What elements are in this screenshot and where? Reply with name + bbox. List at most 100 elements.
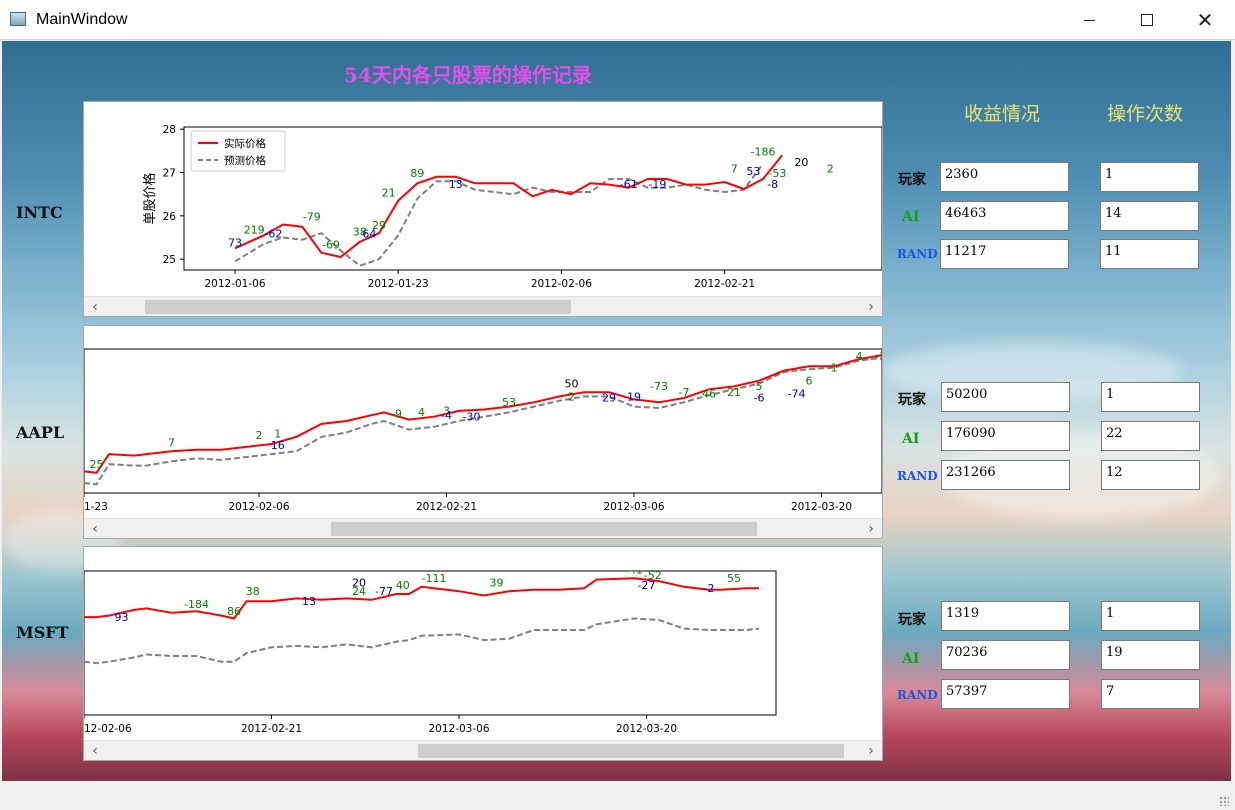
- trade-annotation-sell: 13: [449, 178, 463, 191]
- resize-grip-icon[interactable]: [1219, 796, 1229, 806]
- player-returns-field[interactable]: 50200: [941, 382, 1070, 412]
- ai-ops-field[interactable]: 19: [1101, 640, 1200, 670]
- chart-legend: 实际价格预测价格: [190, 130, 286, 172]
- rand-returns-field[interactable]: 11217: [940, 239, 1069, 269]
- trade-annotation-buy: 4: [418, 406, 425, 419]
- trade-annotation-buy: 6: [806, 374, 813, 387]
- trade-annotation-sell: -27: [638, 579, 656, 592]
- ai-returns-field[interactable]: 176090: [941, 421, 1070, 451]
- plot-area: [84, 570, 777, 716]
- trade-annotation-buy: -73: [650, 380, 668, 393]
- trade-annotation-buy: -79: [303, 210, 321, 223]
- rand-ops-field[interactable]: 7: [1101, 679, 1200, 709]
- trade-annotation-buy: 4: [856, 350, 863, 363]
- x-tick-label: 2012-03-06: [428, 723, 489, 735]
- x-tick-label: 2012-03-20: [616, 723, 677, 735]
- scroll-left-icon[interactable]: ‹: [86, 297, 104, 317]
- trade-annotation-buy: -9: [391, 408, 402, 421]
- trade-annotation-buy: 2: [568, 390, 575, 403]
- trade-annotation-sell: 19: [627, 390, 641, 403]
- scroll-thumb[interactable]: [331, 522, 757, 536]
- x-tick-label: 1-23: [84, 501, 108, 513]
- player-returns-field[interactable]: 1319: [941, 601, 1070, 631]
- maximize-button[interactable]: [1118, 0, 1176, 40]
- x-tick-label: 12-02-06: [84, 723, 132, 735]
- ai-ops-field[interactable]: 22: [1101, 421, 1200, 451]
- trade-annotation-sell: -4: [441, 409, 452, 422]
- trade-annotation-sell: 53: [746, 165, 760, 178]
- trade-annotation-sell: -77: [375, 585, 393, 598]
- trade-annotation-hold: 20: [794, 156, 808, 169]
- title-bar: MainWindow ✕: [0, 0, 1235, 40]
- horizontal-scrollbar[interactable]: ‹ ›: [84, 518, 882, 538]
- trade-annotation-buy: 219: [244, 223, 265, 236]
- x-tick-label: 2012-01-06: [204, 278, 265, 290]
- scroll-right-icon[interactable]: ›: [862, 297, 880, 317]
- y-tick-label: 26: [163, 211, 177, 223]
- horizontal-scrollbar[interactable]: ‹ ›: [84, 740, 882, 760]
- scroll-right-icon[interactable]: ›: [862, 519, 880, 539]
- y-axis-label: 单股价格: [142, 172, 158, 224]
- trade-annotation-sell: -6: [754, 392, 765, 405]
- scroll-thumb[interactable]: [145, 300, 571, 314]
- minimize-button[interactable]: [1060, 0, 1118, 40]
- ai-returns-field[interactable]: 70236: [941, 640, 1070, 670]
- x-tick-label: 2012-02-21: [694, 278, 755, 290]
- trade-annotation-buy: 38: [246, 585, 260, 598]
- ai-ops-field[interactable]: 14: [1100, 201, 1199, 231]
- close-button[interactable]: ✕: [1176, 0, 1234, 40]
- trade-annotation-sell: 93: [115, 611, 129, 624]
- plot-area: [183, 126, 882, 271]
- player-ops-field[interactable]: 1: [1101, 382, 1200, 412]
- trade-annotation-buy: 86: [227, 605, 241, 618]
- player-ops-field[interactable]: 1: [1101, 601, 1200, 631]
- player-label: 玩家: [898, 172, 926, 188]
- player-label: 玩家: [898, 612, 926, 628]
- page-title: 54天内各只股票的操作记录: [344, 63, 592, 87]
- trade-annotation-buy: 2: [827, 163, 834, 176]
- rand-label: RAND: [897, 469, 938, 483]
- legend-label: 实际价格: [224, 137, 266, 150]
- chart-panel-msft: 93 -184 86 38 13 20 24 -77 40 -111 39 -41 -52 -27 -2 55…: [83, 546, 883, 761]
- player-returns-field[interactable]: 2360: [940, 162, 1069, 192]
- trade-annotation-buy: -41: [625, 563, 643, 576]
- trade-annotation-hold: 50: [565, 377, 579, 390]
- legend-label: 预测价格: [224, 154, 266, 167]
- rand-returns-field[interactable]: 231266: [941, 460, 1070, 490]
- player-ops-field[interactable]: 1: [1100, 162, 1199, 192]
- trade-annotation-sell: -61: [620, 178, 638, 191]
- trade-annotation-buy: 40: [396, 579, 410, 592]
- trade-annotation-buy: 24: [352, 585, 366, 598]
- maximize-icon: [1141, 14, 1153, 26]
- scroll-right-icon[interactable]: ›: [862, 741, 880, 761]
- x-tick-label: 2012-03-06: [603, 501, 664, 513]
- trade-annotation-sell: 29: [602, 392, 616, 405]
- rand-ops-field[interactable]: 12: [1101, 460, 1200, 490]
- rand-ops-field[interactable]: 11: [1100, 239, 1199, 269]
- ticker-label-intc: INTC: [16, 203, 63, 222]
- ticker-label-msft: MSFT: [16, 623, 69, 642]
- trade-annotation-buy: -186: [751, 145, 776, 158]
- y-tick-label: 27: [163, 168, 176, 180]
- scroll-left-icon[interactable]: ‹: [86, 519, 104, 539]
- trade-annotation-buy: 46: [702, 387, 716, 400]
- horizontal-scrollbar[interactable]: ‹ ›: [84, 296, 882, 316]
- trade-annotation-buy: 7: [168, 436, 175, 449]
- trade-annotation-sell: -19: [648, 178, 666, 191]
- trade-annotation-sell: -62: [264, 228, 282, 241]
- trade-annotation-sell: 16: [271, 439, 285, 452]
- x-tick-label: 2012-02-06: [228, 501, 289, 513]
- app-icon: [10, 12, 26, 26]
- status-bar: [0, 781, 1235, 810]
- ai-returns-field[interactable]: 46463: [940, 201, 1069, 231]
- scroll-left-icon[interactable]: ‹: [86, 741, 104, 761]
- x-tick-label: 2012-03-20: [791, 501, 852, 513]
- x-tick-label: 2012-02-21: [241, 723, 302, 735]
- trade-annotation-sell: 73: [228, 236, 242, 249]
- scroll-thumb[interactable]: [418, 744, 844, 758]
- trade-annotation-buy: 21: [382, 187, 396, 200]
- plot-area: [84, 348, 882, 494]
- trade-annotation-sell: -30: [463, 410, 481, 423]
- rand-returns-field[interactable]: 57397: [941, 679, 1070, 709]
- rand-label: RAND: [897, 688, 938, 702]
